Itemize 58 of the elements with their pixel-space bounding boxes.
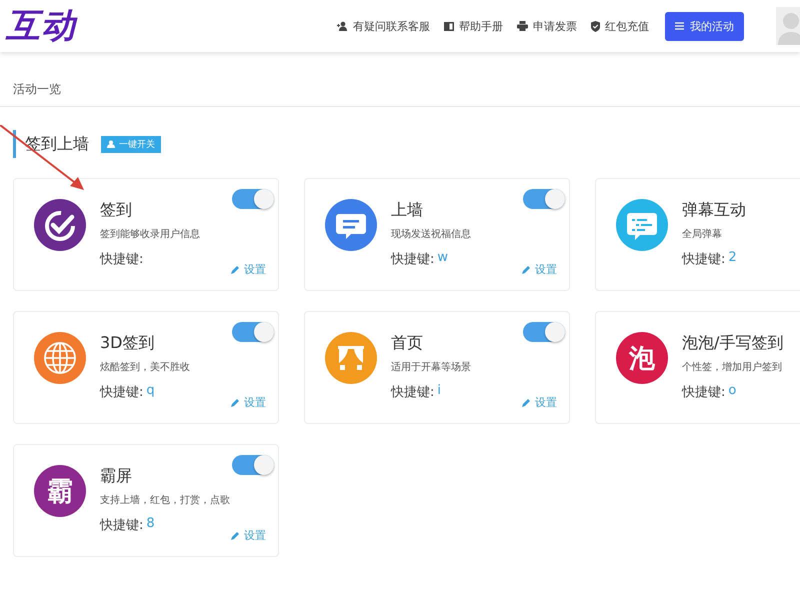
pencil-icon [522,398,531,407]
shortcut-key: 2 [728,250,737,268]
character-icon: 霸 [34,465,86,517]
shortcut-label: 快捷键: [682,384,726,401]
toggle-switch[interactable] [232,455,274,475]
shortcut-label: 快捷键: [682,251,726,268]
pencil-icon [231,398,240,407]
shortcut-key: 8 [146,516,155,534]
header-link[interactable]: 申请发票 [517,18,577,34]
book-icon [444,22,454,30]
toggle-switch[interactable] [523,189,565,209]
shortcut-label: 快捷键: [391,384,434,401]
my-activities-button[interactable]: 我的活动 [665,12,744,40]
card-title: 首页 [391,333,424,354]
toggle-switch[interactable] [232,322,274,342]
pencil-icon [231,531,240,540]
toggle-all-button[interactable]: 一键开关 [101,136,161,152]
shortcut-key: i [437,383,442,401]
card-title: 签到 [100,200,133,221]
card-description: 炫酷签到，美不胜收 [100,360,190,374]
settings-link[interactable]: 设置 [231,395,266,410]
shortcut-label: 快捷键: [100,251,144,268]
card-description: 现场发送祝福信息 [391,228,471,241]
shortcut-key: q [146,383,155,401]
settings-link[interactable]: 设置 [522,262,557,277]
header-link[interactable]: 红包充值 [591,18,649,34]
card-title: 上墙 [391,200,424,221]
character-icon: 泡 [616,332,668,384]
header-link[interactable]: 有疑问联系客服 [337,18,430,34]
toggle-switch[interactable] [232,189,274,209]
logo-text: 互动 [6,6,76,47]
shortcut-key: o [728,383,736,401]
card-title: 霸屏 [100,466,133,487]
user-add-icon [337,21,348,31]
toggle-switch[interactable] [523,322,565,342]
card-title: 3D签到 [100,333,156,354]
shortcut-label: 快捷键: [391,251,434,268]
card-title: 弹幕互动 [682,200,746,221]
settings-link[interactable]: 设置 [231,528,266,543]
shortcut-label: 快捷键: [100,517,144,534]
card-description: 全局弹幕 [682,228,723,241]
breadcrumb: 活动一览 [13,82,61,96]
card-description: 适用于开幕等场景 [391,360,471,374]
list-icon [675,22,684,30]
shortcut-key: w [437,250,448,268]
settings-link[interactable]: 设置 [522,395,557,410]
card-description: 签到能够收录用户信息 [100,228,200,241]
card-description: 个性签，增加用户签到 [682,360,783,374]
card-description: 支持上墙，红包，打赏，点歌 [100,494,230,507]
shortcut-label: 快捷键: [100,384,144,401]
settings-link[interactable]: 设置 [231,262,266,277]
printer-icon [517,21,528,31]
person-icon [107,140,115,148]
header-link[interactable]: 帮助手册 [444,18,503,34]
pencil-icon [231,265,240,274]
pencil-icon [522,265,531,274]
shield-icon [591,20,600,32]
card-title: 泡泡/手写签到 [682,333,784,354]
